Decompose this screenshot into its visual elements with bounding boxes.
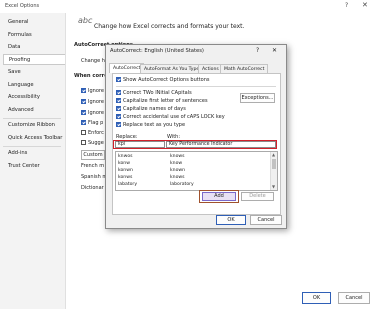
bg-option-3: Ignore <box>88 110 104 116</box>
bg-option-4: Flag p <box>88 120 104 126</box>
capitalize-sentences-checkbox[interactable] <box>116 98 121 103</box>
sidebar-item-advanced[interactable]: Advanced <box>3 105 65 116</box>
list-item-replace: konw <box>118 161 130 166</box>
dialog-close-button[interactable]: ✕ <box>272 47 277 54</box>
sidebar-item-customize-ribbon[interactable]: Customize Ribbon <box>3 120 65 131</box>
correct-two-initial-checkbox[interactable] <box>116 90 121 95</box>
sidebar-item-data[interactable]: Data <box>3 42 65 53</box>
sidebar-item-accessibility[interactable]: Accessibility <box>3 92 65 103</box>
bg-option-1: Ignore <box>88 88 104 94</box>
list-item[interactable]: konwn known <box>116 167 272 174</box>
tab-autoformat[interactable]: AutoFormat As You Type <box>140 64 204 73</box>
bg-option-5: Enforc <box>88 130 104 136</box>
sidebar-item-language[interactable]: Language <box>3 80 65 91</box>
title-bar <box>0 0 375 13</box>
sidebar-item-formulas[interactable]: Formulas <box>3 30 65 41</box>
list-item-with: knows <box>170 175 185 180</box>
abc-icon: abc <box>78 16 93 25</box>
bg-option-2: Ignore <box>88 99 104 105</box>
tab-math-autocorrect[interactable]: Math AutoCorrect <box>220 64 269 73</box>
replace-text-checkbox[interactable] <box>116 122 121 127</box>
flag-checkbox[interactable] <box>81 120 86 125</box>
bg-option-6: Sugge <box>88 140 104 146</box>
list-item-replace: labatory <box>118 182 138 187</box>
sidebar-item-proofing[interactable]: Proofing <box>3 54 65 65</box>
sidebar-item-save[interactable]: Save <box>3 67 65 78</box>
with-input[interactable]: Key Performance Indicator <box>166 141 276 148</box>
sidebar-divider <box>3 118 61 119</box>
option-capitalize-days: Capitalize names of days <box>123 106 186 112</box>
capitalize-days-checkbox[interactable] <box>116 106 121 111</box>
custom-dictionaries-button[interactable]: Custom <box>81 150 105 160</box>
dialog-ok-button[interactable]: OK <box>216 215 246 225</box>
option-correct-two-initial: Correct TWo INitial CApitals <box>123 90 192 96</box>
spanish-modes-label: Spanish m <box>81 174 108 180</box>
list-item-replace: knwos <box>118 154 133 159</box>
sidebar-item-trust-center[interactable]: Trust Center <box>3 161 65 172</box>
dialog-cancel-button[interactable]: Cancel <box>250 215 282 225</box>
show-buttons-label: Show AutoCorrect Options buttons <box>123 77 210 83</box>
change-how-text: Change h <box>81 58 105 64</box>
list-item-with: laboratory <box>170 182 194 187</box>
list-item[interactable]: konws knows <box>116 174 272 181</box>
exceptions-button[interactable]: Exceptions... <box>240 93 275 103</box>
ignore-checkbox-1[interactable] <box>81 88 86 93</box>
list-item-with: knows <box>170 154 185 159</box>
window-title: Excel Options <box>5 3 40 9</box>
dialog-title: AutoCorrect: English (United States) <box>110 48 204 54</box>
divider <box>116 86 276 87</box>
show-buttons-checkbox[interactable] <box>116 77 121 82</box>
scroll-down-icon[interactable]: ▼ <box>272 184 275 189</box>
ignore-checkbox-2[interactable] <box>81 99 86 104</box>
french-modes-label: French m <box>81 163 105 169</box>
list-item-with: know <box>170 161 183 166</box>
scroll-up-icon[interactable]: ▲ <box>272 152 275 157</box>
replace-input[interactable]: kpi <box>115 141 165 148</box>
scroll-thumb[interactable] <box>272 159 276 169</box>
sidebar-item-general[interactable]: General <box>3 17 65 28</box>
sidebar-divider <box>3 146 61 147</box>
autocorrect-list[interactable]: knwos knows konw know konwn known konws … <box>115 151 278 191</box>
add-button[interactable]: Add <box>202 192 236 201</box>
sidebar-item-quick-access-toolbar[interactable]: Quick Access Toolbar <box>3 133 65 144</box>
option-capitalize-sentences: Capitalize first letter of sentences <box>123 98 208 104</box>
caps-lock-checkbox[interactable] <box>116 114 121 119</box>
option-caps-lock: Correct accidental use of cAPS LOCK key <box>123 114 225 120</box>
delete-button[interactable]: Delete <box>241 192 274 201</box>
list-item-replace: konwn <box>118 168 133 173</box>
dictionary-label: Dictionar <box>81 185 104 191</box>
list-item[interactable]: konw know <box>116 160 272 167</box>
help-button[interactable]: ? <box>345 2 348 9</box>
enforce-checkbox[interactable] <box>81 130 86 135</box>
cancel-button[interactable]: Cancel <box>338 292 370 304</box>
list-item-with: known <box>170 168 186 173</box>
option-replace-text: Replace text as you type <box>123 122 186 128</box>
sidebar-item-add-ins[interactable]: Add-ins <box>3 148 65 159</box>
dialog-help-button[interactable]: ? <box>256 47 259 54</box>
list-item-replace: konws <box>118 175 133 180</box>
list-scrollbar[interactable]: ▲ ▼ <box>270 152 277 190</box>
list-item[interactable]: knwos knows <box>116 153 272 160</box>
close-button[interactable]: ✕ <box>362 1 368 9</box>
page-header: Change how Excel corrects and formats yo… <box>94 23 245 30</box>
list-item[interactable]: labatory laboratory <box>116 181 272 188</box>
ignore-checkbox-3[interactable] <box>81 110 86 115</box>
suggest-checkbox[interactable] <box>81 140 86 145</box>
ok-button[interactable]: OK <box>302 292 331 304</box>
autocorrect-dialog: AutoCorrect: English (United States) ? ✕… <box>105 44 287 229</box>
